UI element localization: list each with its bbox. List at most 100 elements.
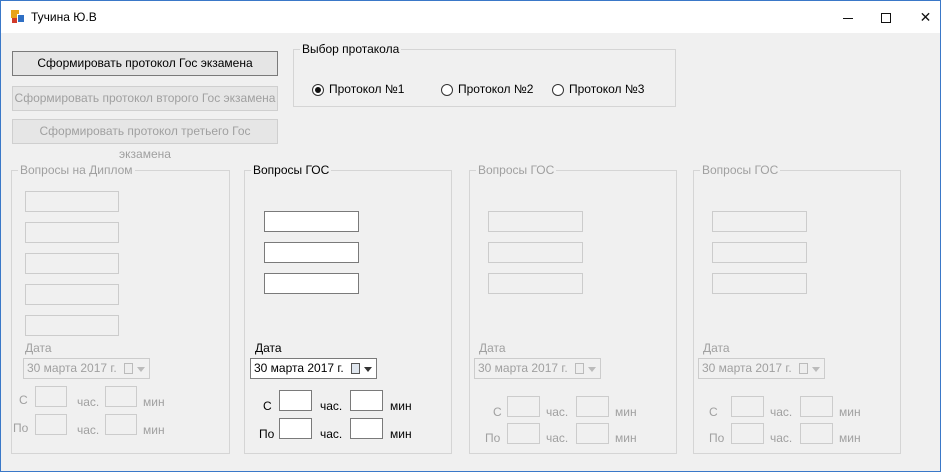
radio-protocol-3[interactable]: Протокол №3 [552,82,644,96]
date-value: 30 марта 2017 г. [702,361,792,375]
hours-label: час. [77,395,100,409]
minutes-label: мин [615,405,637,419]
hours-label: час. [770,405,793,419]
app-icon [11,10,25,24]
title-bar[interactable]: Тучина Ю.В ✕ [1,1,940,33]
group-legend: Вопросы ГОС [251,163,332,177]
date-label: Дата [479,341,506,355]
hours-label: час. [320,427,343,441]
to-minutes-field[interactable] [576,423,609,444]
group-legend: Вопросы на Диплом [18,163,135,177]
date-picker[interactable]: 30 марта 2017 г. [698,358,825,379]
radio-label: Протокол №3 [569,82,645,96]
date-value: 30 марта 2017 г. [478,361,568,375]
close-button[interactable]: ✕ [903,1,941,33]
gos-question-field[interactable] [264,211,359,232]
main-window: Тучина Ю.В ✕ Сформировать протокол Гос э… [0,0,941,472]
gos-question-field[interactable] [712,211,807,232]
radio-unselected-icon [441,83,453,96]
date-value: 30 марта 2017 г. [254,361,344,375]
form-third-gos-protocol-button[interactable]: Сформировать протокол третьего Гос экзам… [12,119,278,161]
dropdown-arrow-icon [364,367,372,372]
from-hours-field[interactable] [507,396,540,417]
protocol-select-group: Выбор протакола [293,42,676,107]
from-hours-field[interactable] [279,390,312,411]
gos-question-field[interactable] [488,273,583,294]
to-label: По [13,421,29,435]
to-hours-field[interactable] [731,423,764,444]
calendar-icon [575,363,584,374]
hours-label: час. [320,399,343,413]
from-hours-field[interactable] [35,386,67,407]
maximize-icon [880,13,891,24]
minimize-icon [842,17,853,19]
hours-label: час. [770,431,793,445]
form-second-gos-protocol-button[interactable]: Сформировать протокол второго Гос экзаме… [12,86,278,111]
minutes-label: мин [839,431,861,445]
gos-question-field[interactable] [264,273,359,294]
diploma-question-field[interactable] [25,191,119,212]
window-title: Тучина Ю.В [31,10,97,24]
form-gos-protocol-button[interactable]: Сформировать протокол Гос экзамена [12,51,278,76]
diploma-question-field[interactable] [25,315,119,336]
diploma-question-field[interactable] [25,253,119,274]
calendar-icon [351,363,360,374]
date-label: Дата [255,341,282,355]
hours-label: час. [546,431,569,445]
dropdown-arrow-icon [588,367,596,372]
date-label: Дата [25,341,52,355]
hours-label: час. [546,405,569,419]
to-label: По [709,431,725,445]
dropdown-arrow-icon [137,367,145,372]
gos-question-field[interactable] [712,242,807,263]
diploma-question-field[interactable] [25,284,119,305]
date-value: 30 марта 2017 г. [27,361,117,375]
from-label: С [19,393,28,407]
from-minutes-field[interactable] [105,386,137,407]
diploma-questions-group: Вопросы на Диплом [11,163,230,454]
hours-label: час. [77,423,100,437]
calendar-icon [124,363,133,374]
group-legend: Вопросы ГОС [476,163,557,177]
diploma-question-field[interactable] [25,222,119,243]
to-hours-field[interactable] [507,423,540,444]
radio-label: Протокол №2 [458,82,534,96]
radio-protocol-1[interactable]: Протокол №1 [312,82,404,96]
radio-protocol-2[interactable]: Протокол №2 [441,82,533,96]
from-label: С [263,399,272,413]
gos-question-field[interactable] [712,273,807,294]
minutes-label: мин [615,431,637,445]
minutes-label: мин [839,405,861,419]
gos-question-field[interactable] [488,242,583,263]
from-minutes-field[interactable] [350,390,383,411]
date-picker[interactable]: 30 марта 2017 г. [474,358,601,379]
from-minutes-field[interactable] [800,396,833,417]
group-legend: Вопросы ГОС [700,163,781,177]
to-label: По [485,431,501,445]
from-minutes-field[interactable] [576,396,609,417]
radio-selected-icon [312,83,324,96]
protocol-select-legend: Выбор протакола [300,42,402,56]
to-minutes-field[interactable] [105,414,137,435]
radio-label: Протокол №1 [329,82,405,96]
maximize-button[interactable] [863,1,908,33]
from-hours-field[interactable] [731,396,764,417]
date-picker[interactable]: 30 марта 2017 г. [23,358,150,379]
from-label: С [493,405,502,419]
from-label: С [709,405,718,419]
radio-unselected-icon [552,83,564,96]
date-label: Дата [703,341,730,355]
to-minutes-field[interactable] [800,423,833,444]
gos-question-field[interactable] [264,242,359,263]
minutes-label: мин [143,395,165,409]
to-minutes-field[interactable] [350,418,383,439]
close-icon: ✕ [919,9,932,25]
calendar-icon [799,363,808,374]
to-hours-field[interactable] [279,418,312,439]
to-hours-field[interactable] [35,414,67,435]
dropdown-arrow-icon [812,367,820,372]
gos-question-field[interactable] [488,211,583,232]
date-picker[interactable]: 30 марта 2017 г. [250,358,377,379]
to-label: По [259,427,275,441]
minutes-label: мин [143,423,165,437]
